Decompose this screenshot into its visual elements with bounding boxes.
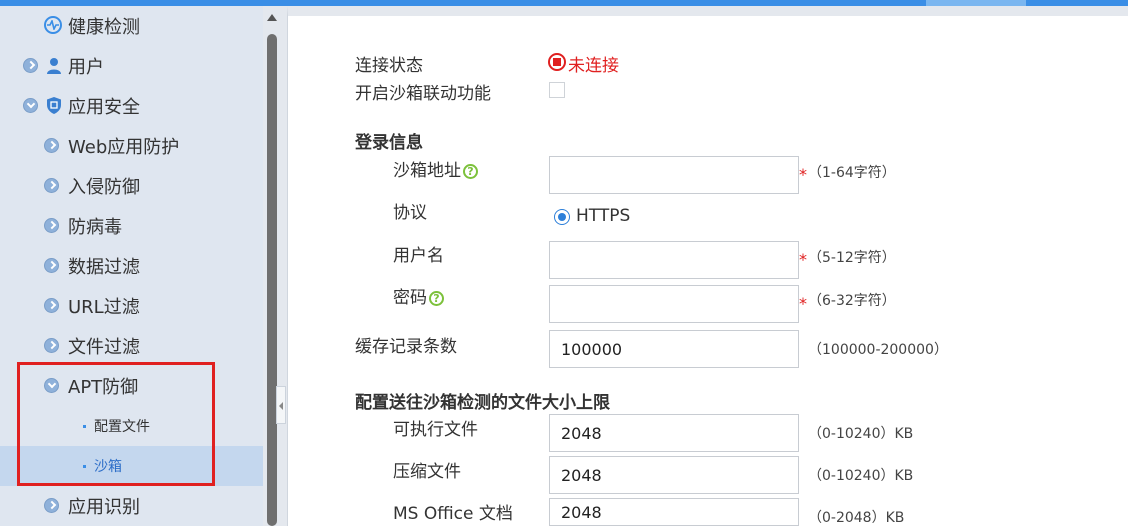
filesize-section-title: 配置送往沙箱检测的文件大小上限 (355, 393, 610, 413)
sidebar-item-label: 应用安全 (68, 97, 140, 118)
exe-size-input[interactable] (549, 414, 799, 452)
username-label: 用户名 (393, 246, 444, 266)
password-input[interactable] (549, 285, 799, 323)
sidebar-item-ips[interactable]: 入侵防御 (0, 166, 263, 206)
sidebar-item-label: 用户 (68, 57, 104, 78)
required-mark: * (799, 294, 807, 313)
sandbox-address-input[interactable] (549, 156, 799, 194)
help-icon[interactable]: ? (429, 291, 444, 306)
login-section-title: 登录信息 (355, 133, 423, 153)
sidebar-item-label: 防病毒 (68, 217, 122, 238)
expand-icon[interactable] (23, 58, 38, 73)
address-label: 沙箱地址? (393, 156, 478, 181)
help-icon[interactable]: ? (463, 164, 478, 179)
protocol-label: 协议 (393, 203, 427, 223)
office-label: MS Office 文档 (393, 504, 513, 524)
scroll-up-arrow-icon[interactable] (267, 14, 277, 21)
sidebar-item-app-security[interactable]: 应用安全 (0, 86, 263, 126)
health-check-icon (44, 16, 62, 34)
username-input[interactable] (549, 241, 799, 279)
disconnected-icon (548, 53, 566, 71)
address-hint: （1-64字符） (808, 165, 896, 181)
expand-icon[interactable] (44, 218, 59, 233)
expand-icon[interactable] (44, 338, 59, 353)
expand-icon[interactable] (44, 178, 59, 193)
password-label-text: 密码 (393, 288, 427, 308)
cache-hint: （100000-200000） (808, 342, 948, 358)
collapse-icon[interactable] (23, 98, 38, 113)
required-mark: * (799, 165, 807, 184)
sidebar-scrollbar[interactable] (267, 34, 277, 526)
zip-label: 压缩文件 (393, 462, 461, 482)
sidebar-item-label: 数据过滤 (68, 257, 140, 278)
zip-size-input[interactable] (549, 456, 799, 494)
sidebar-item-label: 健康检测 (68, 17, 140, 38)
sidebar-item-users[interactable]: 用户 (0, 46, 263, 86)
cache-label: 缓存记录条数 (355, 337, 457, 357)
cache-count-input[interactable] (549, 330, 799, 368)
zip-hint: （0-10240）KB (808, 468, 914, 484)
highlight-box (17, 362, 215, 486)
exe-hint: （0-10240）KB (808, 426, 914, 442)
sidebar-item-label: URL过滤 (68, 297, 140, 318)
collapse-sidebar-handle[interactable] (276, 386, 286, 424)
sidebar-item-label: 应用识别 (68, 497, 140, 518)
sidebar-item-label: Web应用防护 (68, 137, 180, 158)
sandbox-link-label: 开启沙箱联动功能 (355, 84, 491, 104)
office-hint: （0-2048）KB (808, 510, 905, 526)
password-label: 密码? (393, 283, 444, 308)
sandbox-link-checkbox[interactable] (549, 82, 565, 98)
https-radio[interactable] (554, 209, 570, 225)
expand-icon[interactable] (44, 498, 59, 513)
expand-icon[interactable] (44, 138, 59, 153)
expand-icon[interactable] (44, 298, 59, 313)
sidebar-item-url-filter[interactable]: URL过滤 (0, 286, 263, 326)
sidebar-item-label: 文件过滤 (68, 337, 140, 358)
password-hint: （6-32字符） (808, 293, 896, 309)
required-mark: * (799, 250, 807, 269)
sidebar-item-health-check[interactable]: 健康检测 (0, 6, 263, 46)
connection-status-label: 连接状态 (355, 56, 423, 76)
address-label-text: 沙箱地址 (393, 161, 461, 181)
sidebar-item-file-filter[interactable]: 文件过滤 (0, 326, 263, 366)
sidebar-item-data-filter[interactable]: 数据过滤 (0, 246, 263, 286)
sidebar-item-antivirus[interactable]: 防病毒 (0, 206, 263, 246)
office-size-input[interactable] (549, 498, 799, 526)
sidebar-item-waf[interactable]: Web应用防护 (0, 126, 263, 166)
user-icon (46, 57, 62, 79)
shield-icon (46, 96, 62, 119)
protocol-value: HTTPS (576, 206, 631, 226)
username-hint: （5-12字符） (808, 250, 896, 266)
sidebar-item-app-identify[interactable]: 应用识别 (0, 486, 263, 526)
sidebar-item-label: 入侵防御 (68, 177, 140, 198)
expand-icon[interactable] (44, 258, 59, 273)
exe-label: 可执行文件 (393, 420, 478, 440)
connection-status-value: 未连接 (568, 56, 619, 76)
